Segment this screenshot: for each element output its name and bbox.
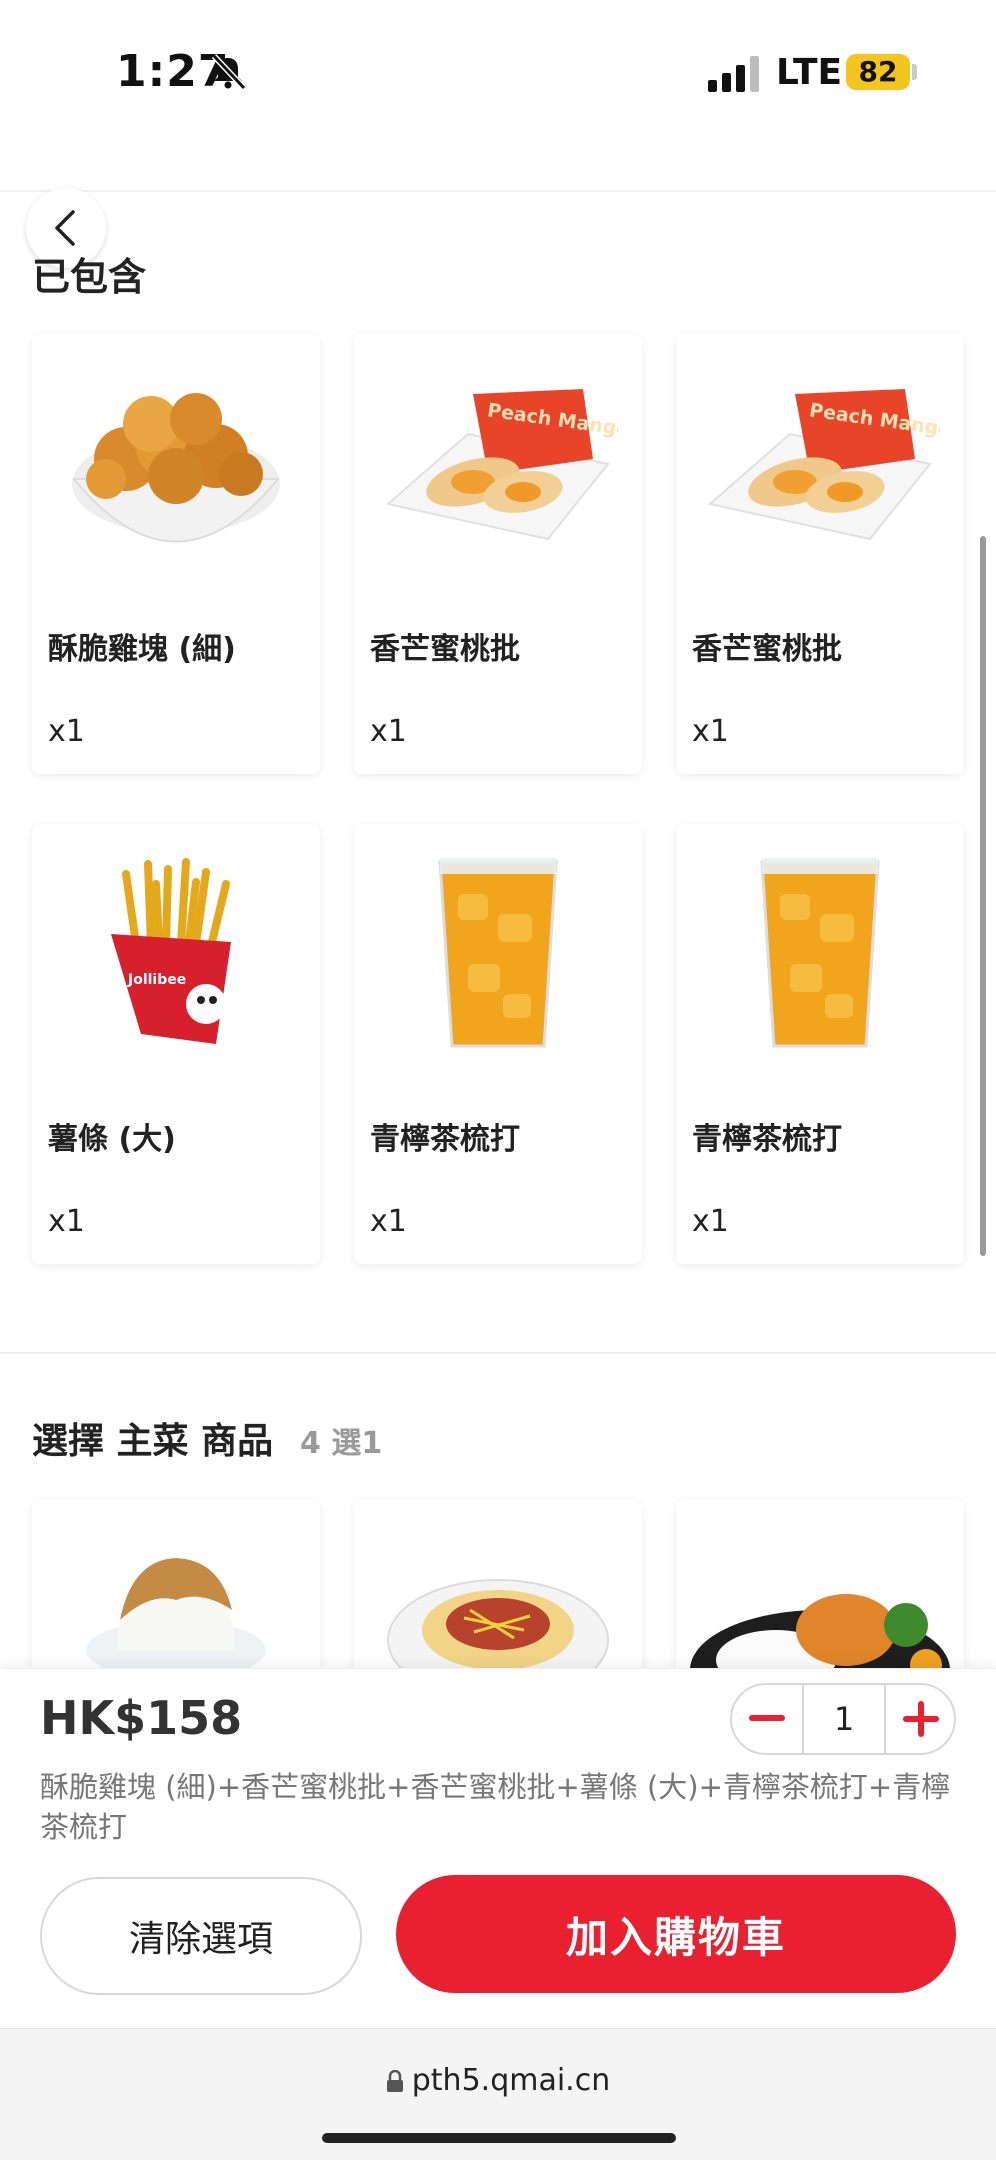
included-item-card: Peach Mango 香芒蜜桃批 x1	[354, 334, 642, 774]
signal-icon	[708, 56, 759, 92]
iced-lemon-tea-image	[438, 858, 558, 1048]
minus-icon	[749, 1715, 785, 1721]
status-bar: 1:27 LTE 82	[0, 0, 996, 140]
item-qty: x1	[370, 714, 407, 749]
scrollbar[interactable]	[980, 536, 986, 1256]
iced-lemon-tea-image	[760, 858, 880, 1048]
included-item-card: 青檸茶梳打 x1	[354, 824, 642, 1264]
url-bar[interactable]: pth5.qmai.cn	[0, 2063, 996, 2098]
section-divider	[0, 1352, 996, 1354]
svg-text:Jollibee: Jollibee	[127, 972, 186, 988]
decrease-button[interactable]	[732, 1685, 802, 1753]
quantity-value: 1	[802, 1685, 886, 1753]
increase-button[interactable]	[886, 1685, 956, 1753]
choose-main-title: 選擇 主菜 商品	[32, 1421, 274, 1462]
included-title: 已包含	[32, 255, 147, 299]
item-name: 薯條 (大)	[48, 1122, 176, 1157]
order-summary: 酥脆雞塊 (細)+香芒蜜桃批+香芒蜜桃批+薯條 (大)+青檸茶梳打+青檸茶梳打	[40, 1770, 951, 1844]
item-qty: x1	[692, 714, 729, 749]
battery-tip	[912, 64, 917, 80]
header-divider	[0, 190, 996, 192]
battery-level: 82	[846, 54, 910, 90]
quantity-stepper: 1	[730, 1683, 956, 1755]
included-item-card: Peach Mango 香芒蜜桃批 x1	[676, 334, 964, 774]
item-name: 香芒蜜桃批	[370, 632, 520, 667]
network-type: LTE	[776, 52, 843, 93]
item-qty: x1	[48, 1204, 85, 1239]
item-name: 香芒蜜桃批	[692, 632, 842, 667]
chicken-nuggets-image	[71, 393, 281, 543]
chevron-left-icon	[55, 210, 75, 246]
included-item-card: 青檸茶梳打 x1	[676, 824, 964, 1264]
add-to-cart-button[interactable]: 加入購物車	[396, 1875, 956, 1993]
plus-icon	[903, 1701, 939, 1737]
item-name: 青檸茶梳打	[692, 1122, 842, 1157]
item-name: 酥脆雞塊 (細)	[48, 632, 236, 667]
bell-off-icon	[211, 53, 247, 91]
total-price: HK$158	[40, 1691, 243, 1745]
url-text: pth5.qmai.cn	[411, 2063, 611, 2098]
order-panel: HK$158 1 酥脆雞塊 (細)+香芒蜜桃批+香芒蜜桃批+薯條 (大)+青檸茶…	[0, 1668, 996, 2028]
item-qty: x1	[692, 1204, 729, 1239]
item-name: 青檸茶梳打	[370, 1122, 520, 1157]
item-qty: x1	[48, 714, 85, 749]
peach-mango-pie-image: Peach Mango	[385, 389, 618, 541]
choose-count: 4 選1	[300, 1426, 383, 1461]
included-item-card: 酥脆雞塊 (細) x1	[32, 334, 320, 774]
peach-mango-pie-image: Peach Mango	[707, 389, 940, 541]
fries-image: Jollibee	[111, 858, 231, 1044]
home-indicator	[322, 2133, 676, 2143]
clear-options-button[interactable]: 清除選項	[40, 1877, 362, 1995]
included-item-card: Jollibee 薯條 (大) x1	[32, 824, 320, 1264]
browser-bar: pth5.qmai.cn	[0, 2028, 996, 2160]
lock-icon	[386, 2070, 403, 2092]
item-qty: x1	[370, 1204, 407, 1239]
